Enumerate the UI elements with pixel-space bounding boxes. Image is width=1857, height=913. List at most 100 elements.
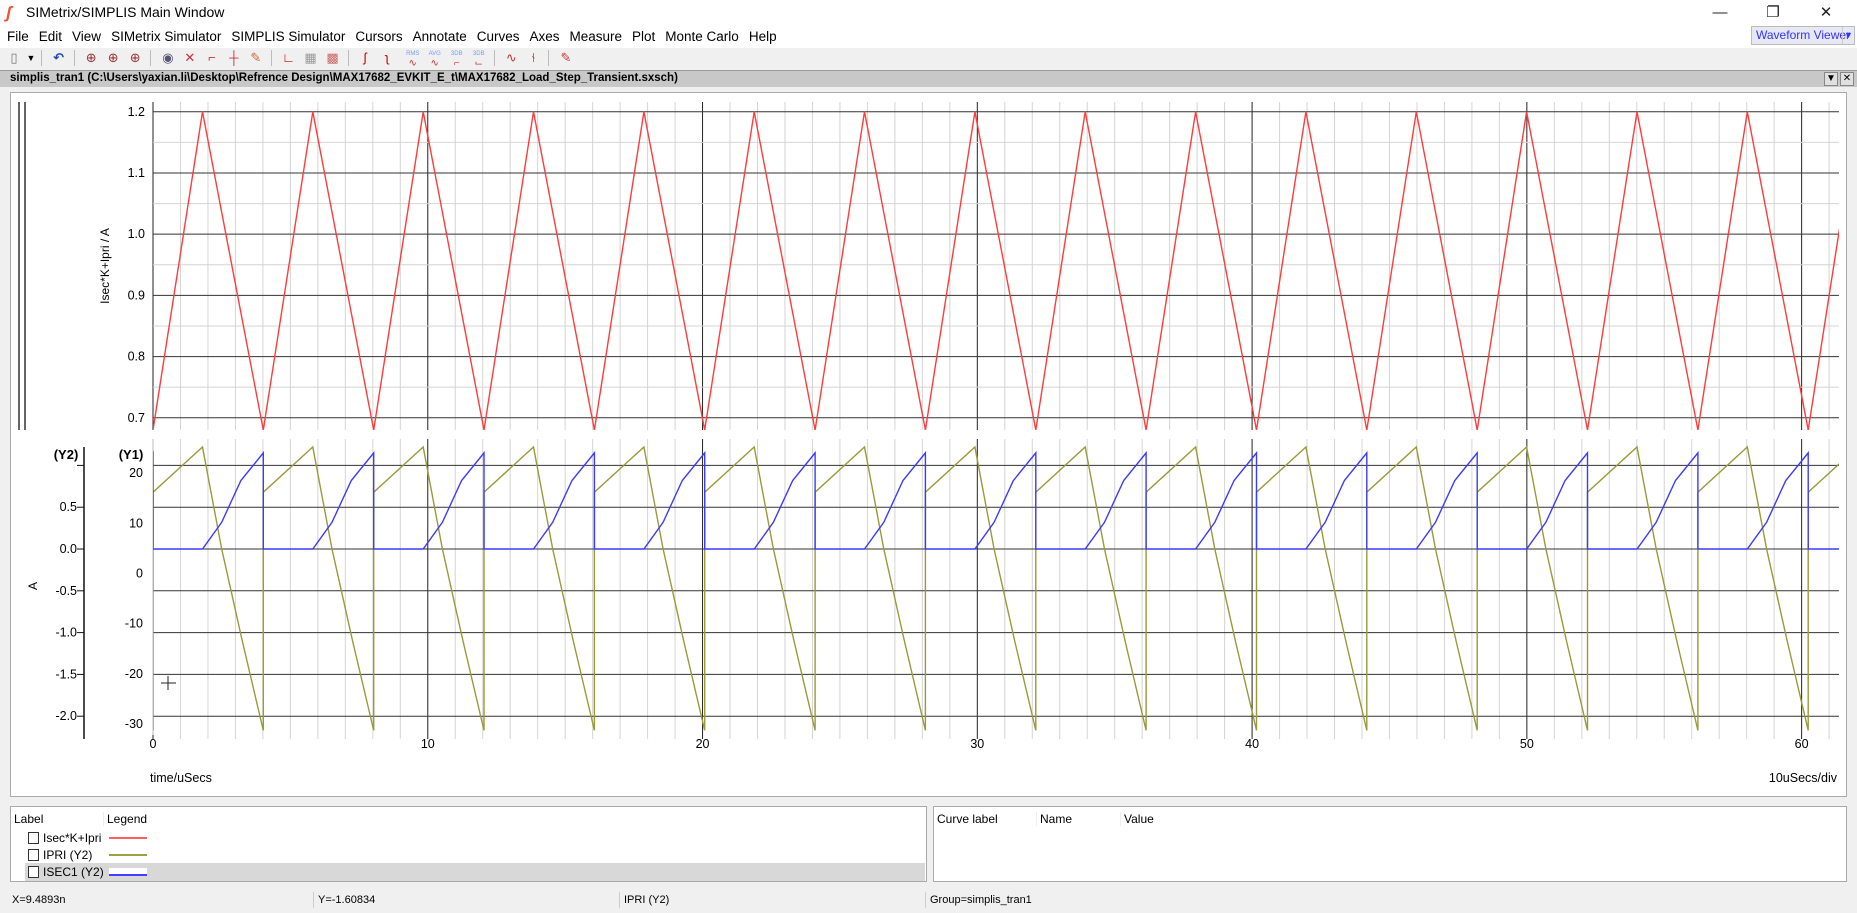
toolbar: ▯ ▼ ↶ ⊕ ⊕ ⊕ ◉ ✕ ⌐ ┼ ✎ ∟ ▦ ▩ ʃʅ RMS ∿ AVG ∿ 3DB ⌐ 3DB ⌙ ∿… — [0, 48, 1857, 69]
legend-header-legend: Legend — [103, 812, 147, 826]
legend-item-name: Isec*K+Ipri — [43, 831, 102, 845]
3db-high-icon[interactable]: 3DB ⌙ — [469, 49, 489, 69]
cursor-fall-icon[interactable]: ʅ — [377, 49, 397, 67]
y-tick-label: 0.9 — [128, 288, 145, 302]
menu-help[interactable]: Help — [744, 26, 782, 48]
add-axis-icon[interactable]: ┼ — [224, 49, 244, 67]
y-tick-label: 1.2 — [128, 105, 145, 119]
x-tick-label: 40 — [1245, 737, 1259, 751]
x-axis-label: time/uSecs — [150, 771, 212, 785]
rms-icon[interactable]: RMS ∿ — [403, 49, 423, 69]
y-tick-label: 1.0 — [128, 227, 145, 241]
y2-axis-title: (Y2) — [54, 447, 79, 462]
avg-icon[interactable]: AVG ∿ — [425, 49, 445, 69]
y1-tick-label: -20 — [125, 667, 143, 681]
menu-edit[interactable]: Edit — [34, 26, 67, 48]
curve-info-panel: Curve label Name Value — [933, 806, 1847, 882]
series-ipri-y2- — [153, 445, 1839, 731]
fourier-icon[interactable]: ∿ — [501, 49, 521, 67]
status-y: Y=-1.60834 — [318, 894, 376, 906]
document-title: simplis_tran1 (C:\Users\yaxian.li\Deskto… — [10, 72, 678, 84]
legend-line-swatch — [109, 868, 147, 876]
series-isec-k-ipri — [153, 111, 1839, 430]
header-value: Value — [1120, 812, 1154, 826]
header-curve-label: Curve label — [937, 812, 998, 826]
viewer-select[interactable]: Waveform Viewer ▼ — [1751, 26, 1855, 45]
crosshair-cursor-icon[interactable] — [161, 676, 176, 690]
legend-item[interactable]: IPRI (Y2) — [25, 846, 925, 864]
y1-tick-label: 20 — [129, 466, 143, 480]
close-button[interactable]: ✕ — [1803, 0, 1849, 26]
cursor-rise-icon[interactable]: ʃ — [355, 49, 375, 67]
x-tick-label: 30 — [970, 737, 984, 751]
rms-label: RMS — [406, 51, 420, 57]
menu-file[interactable]: File — [2, 26, 34, 48]
legend-line-swatch — [109, 837, 147, 839]
axis-lines-icon[interactable]: ∟ — [279, 49, 299, 67]
bottom-y-axis-label: A — [26, 582, 40, 590]
edit-colors-icon[interactable]: ✎ — [556, 49, 576, 67]
legend-checkbox[interactable] — [28, 866, 39, 878]
menu-simetrix-simulator[interactable]: SIMetrix Simulator — [106, 26, 226, 48]
menu-plot[interactable]: Plot — [627, 26, 660, 48]
legend-item-selected[interactable]: ISEC1 (Y2) — [25, 863, 925, 881]
chevron-down-icon[interactable]: ▼ — [1842, 27, 1854, 44]
add-label-icon[interactable]: ⌐ — [202, 49, 222, 67]
3db-low-icon[interactable]: 3DB ⌐ — [447, 49, 467, 69]
menu-cursors[interactable]: Cursors — [350, 26, 407, 48]
legend-checkbox[interactable] — [28, 849, 39, 861]
menu-measure[interactable]: Measure — [564, 26, 627, 48]
3db-label: 3DB — [450, 51, 463, 57]
plot-window[interactable]: Isec*K+Ipri / A (Y2) (Y1) A 1.2 1.1 1.0 0.9… — [10, 92, 1847, 797]
x-tick-label: 0 — [150, 737, 157, 751]
x-tick-label: 50 — [1520, 737, 1534, 751]
new-document-icon[interactable]: ▯ — [4, 49, 24, 67]
minimize-button[interactable]: — — [1697, 0, 1743, 26]
x-tick-label: 20 — [696, 737, 710, 751]
x-tick-label: 60 — [1795, 737, 1809, 751]
viewer-select-value: Waveform Viewer — [1756, 28, 1851, 42]
legend-item[interactable]: Isec*K+Ipri — [25, 829, 925, 847]
legend-item-name: IPRI (Y2) — [43, 848, 93, 862]
delete-curve-icon[interactable]: ✕ — [180, 49, 200, 67]
y-tick-label: 1.1 — [128, 166, 145, 180]
zoom-full-icon[interactable]: ⊕ — [81, 49, 101, 67]
legend-checkbox[interactable] — [28, 832, 39, 844]
status-curve: IPRI (Y2) — [624, 894, 670, 906]
menu-monte-carlo[interactable]: Monte Carlo — [660, 26, 744, 48]
menu-axes[interactable]: Axes — [524, 26, 564, 48]
grid-edit-icon[interactable]: ▩ — [323, 49, 343, 67]
undo-icon[interactable]: ↶ — [49, 49, 69, 67]
restore-button[interactable]: ❐ — [1750, 0, 1796, 26]
legend-line-swatch — [109, 854, 147, 856]
grid-lines-icon[interactable]: ▦ — [301, 49, 321, 67]
legend-panel: Label Legend Isec*K+Ipri IPRI (Y2) ISEC1… — [10, 806, 927, 882]
y2-tick-label: 0.0 — [60, 542, 77, 556]
status-group: Group=simplis_tran1 — [930, 894, 1032, 906]
add-curve-edit-icon[interactable]: ✎ — [246, 49, 266, 67]
histogram-icon[interactable]: ⫮ — [523, 49, 543, 67]
menu-annotate[interactable]: Annotate — [408, 26, 472, 48]
window-title: SIMetrix/SIMPLIS Main Window — [26, 4, 225, 20]
x-scale-label: 10uSecs/div — [1769, 771, 1838, 785]
menu-view[interactable]: View — [67, 26, 106, 48]
zoom-box-icon[interactable]: ⊕ — [125, 49, 145, 67]
y1-tick-label: 0 — [136, 566, 143, 580]
waveform-plot[interactable]: Isec*K+Ipri / A (Y2) (Y1) A 1.2 1.1 1.0 0.9… — [11, 93, 1848, 798]
avg-label: AVG — [428, 51, 441, 57]
y1-tick-label: -10 — [125, 617, 143, 631]
show-hide-icon[interactable]: ◉ — [158, 49, 178, 67]
menu-simplis-simulator[interactable]: SIMPLIS Simulator — [226, 26, 350, 48]
y-tick-label: 0.7 — [128, 411, 145, 425]
y1-tick-label: 10 — [129, 516, 143, 530]
zoom-width-icon[interactable]: ⊕ — [103, 49, 123, 67]
y2-tick-label: 0.5 — [60, 500, 77, 514]
document-close-icon[interactable]: ✕ — [1840, 72, 1854, 86]
top-y-axis-label: Isec*K+Ipri / A — [98, 228, 112, 304]
dropdown-icon[interactable]: ▼ — [26, 49, 36, 67]
document-menu-icon[interactable]: ▼ — [1824, 72, 1838, 86]
menu-curves[interactable]: Curves — [472, 26, 525, 48]
y1-tick-label: -30 — [125, 717, 143, 731]
status-bar: X=9.4893n Y=-1.60834 IPRI (Y2) Group=sim… — [0, 888, 1857, 913]
y-tick-label: 0.8 — [128, 350, 145, 364]
